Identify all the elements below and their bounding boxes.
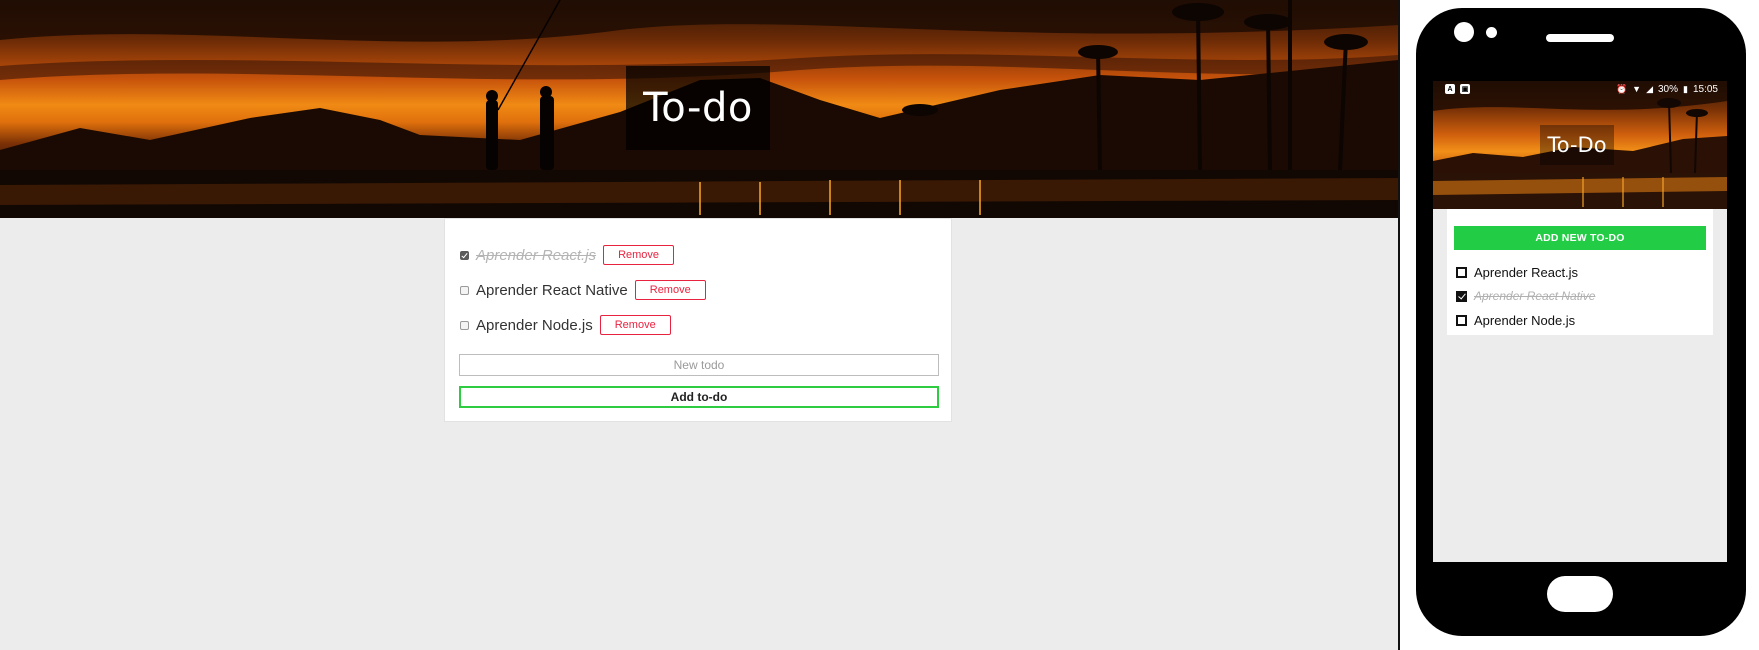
sensor <box>1486 27 1497 38</box>
remove-button[interactable]: Remove <box>599 315 671 335</box>
phone-screen: A ▣ ⏰ ▼ ◢ 30% ▮ 15:05 To-Do ADD NEW TO-D… <box>1433 81 1727 562</box>
todo-label: Aprender Node.js <box>476 316 593 334</box>
todo-checkbox[interactable] <box>1456 290 1467 302</box>
battery-percent: 30% <box>1658 83 1679 95</box>
add-todo-button[interactable]: ADD NEW TO-DO <box>1454 226 1706 250</box>
todo-card: Aprender React.js Remove Aprender React … <box>444 218 952 422</box>
todo-checkbox[interactable] <box>460 250 469 260</box>
battery-icon: ▮ <box>1683 84 1688 94</box>
remove-button[interactable]: Remove <box>634 280 706 300</box>
todo-checkbox[interactable] <box>1456 314 1467 326</box>
todo-item[interactable]: Aprender Node.js <box>1456 311 1575 329</box>
title-box: To-do <box>626 66 770 150</box>
todo-checkbox[interactable] <box>1456 266 1467 278</box>
todo-checkbox[interactable] <box>460 320 469 330</box>
page-title: To-do <box>643 85 753 131</box>
status-bar: A ▣ ⏰ ▼ ◢ 30% ▮ 15:05 <box>1433 81 1727 97</box>
phone-frame: A ▣ ⏰ ▼ ◢ 30% ▮ 15:05 To-Do ADD NEW TO-D… <box>1416 8 1746 636</box>
todo-card: ADD NEW TO-DO Aprender React.js Aprender… <box>1447 209 1713 335</box>
todo-label: Aprender React.js <box>1474 264 1579 280</box>
page-title: To-Do <box>1547 133 1607 157</box>
earpiece-speaker <box>1546 34 1614 42</box>
panel-divider <box>1398 0 1400 650</box>
web-app: To-do Aprender React.js Remove Aprender … <box>0 0 1398 650</box>
status-time: 15:05 <box>1692 83 1718 95</box>
signal-icon: ◢ <box>1646 84 1653 94</box>
new-todo-input[interactable] <box>459 354 939 376</box>
app-notification-icon: A <box>1445 84 1455 94</box>
title-box: To-Do <box>1540 125 1614 165</box>
wifi-icon: ▼ <box>1632 84 1642 94</box>
todo-label: Aprender React Native <box>1474 289 1596 303</box>
header-banner: To-do <box>0 0 1398 218</box>
todo-item: Aprender Node.js Remove <box>460 311 671 339</box>
todo-label: Aprender React.js <box>476 246 597 264</box>
image-notification-icon: ▣ <box>1460 84 1470 94</box>
todo-label: Aprender React Native <box>476 281 628 299</box>
alarm-icon: ⏰ <box>1615 84 1628 94</box>
todo-item: Aprender React Native Remove <box>460 276 706 304</box>
todo-label: Aprender Node.js <box>1474 312 1576 328</box>
todo-checkbox[interactable] <box>460 285 469 295</box>
front-camera <box>1454 22 1474 42</box>
add-todo-button[interactable]: Add to-do <box>459 386 939 408</box>
home-button[interactable] <box>1547 576 1613 612</box>
remove-button[interactable]: Remove <box>603 245 675 265</box>
todo-item: Aprender React.js Remove <box>460 241 675 269</box>
todo-item[interactable]: Aprender React.js <box>1456 263 1578 281</box>
todo-item[interactable]: Aprender React Native <box>1456 287 1595 305</box>
mobile-header-banner: A ▣ ⏰ ▼ ◢ 30% ▮ 15:05 To-Do <box>1433 81 1727 209</box>
